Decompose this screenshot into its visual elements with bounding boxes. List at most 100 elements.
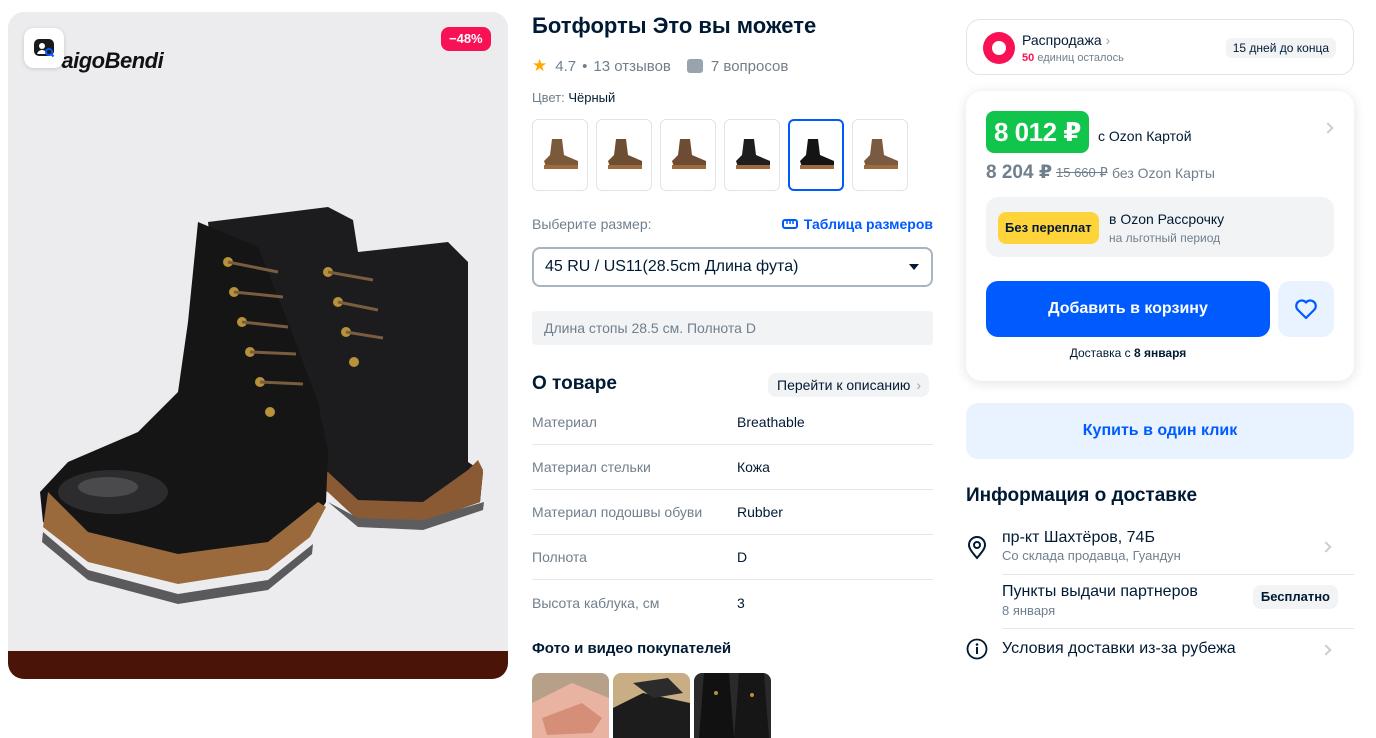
- size-select-value: 45 RU / US11(28.5cm Длина фута): [545, 258, 799, 275]
- customer-photos: [532, 673, 771, 738]
- customer-photo[interactable]: [532, 673, 609, 738]
- about-title: О товаре: [532, 373, 617, 394]
- info-icon: [966, 638, 988, 660]
- buy-one-click-button[interactable]: Купить в один клик: [966, 403, 1354, 459]
- boot-thumbnail: [544, 139, 578, 169]
- camera-search-icon: [34, 39, 55, 58]
- questions-link[interactable]: 7 вопросов: [711, 58, 788, 75]
- product-image-boots: [40, 207, 484, 604]
- color-value: Чёрный: [568, 90, 616, 105]
- pickup-price-badge: Бесплатно: [1252, 585, 1338, 609]
- delivery-address-sub: Со склада продавца, Гуандун: [1002, 548, 1181, 563]
- delivery-conditions-row[interactable]: Условия доставки из-за рубежа: [966, 637, 1354, 663]
- rating-row: ★ 4.7 • 13 отзывов 7 вопросов: [532, 56, 788, 76]
- boot-thumbnail: [864, 139, 898, 169]
- location-pin-icon: [967, 536, 987, 560]
- go-to-description-button[interactable]: Перейти к описанию ›: [768, 373, 930, 397]
- installment-block[interactable]: Без переплат в Ozon Рассрочку на льготны…: [986, 197, 1334, 257]
- chevron-right-icon: ›: [916, 377, 922, 393]
- sale-icon: [983, 32, 1015, 64]
- reviews-link[interactable]: 13 отзывов: [593, 58, 671, 75]
- spec-value: Rubber: [737, 504, 783, 520]
- old-price: 15 660 ₽: [1056, 165, 1108, 180]
- color-variant-thumb[interactable]: [852, 119, 908, 191]
- sale-days-left: 15 дней до конца: [1225, 38, 1336, 58]
- chevron-right-icon: [1320, 541, 1332, 553]
- color-variant-thumb[interactable]: [660, 119, 716, 191]
- spec-key: Высота каблука, см: [532, 594, 660, 611]
- spec-row: Материал стельки Кожа: [532, 445, 933, 490]
- size-table-link[interactable]: Таблица размеров: [781, 216, 933, 232]
- discount-badge: −48%: [441, 27, 491, 51]
- size-label: Выберите размер:: [532, 216, 652, 232]
- color-line: Цвет: Чёрный: [532, 90, 615, 105]
- regular-price: 8 204 ₽: [986, 162, 1053, 183]
- product-title: Ботфорты Это вы можете: [532, 13, 817, 38]
- spec-key: Материал стельки: [532, 459, 651, 475]
- rating-separator: •: [582, 57, 588, 75]
- color-label: Цвет:: [532, 90, 565, 105]
- spec-row: Материал подошвы обуви Rubber: [532, 490, 933, 535]
- pickup-row[interactable]: Пункты выдачи партнеров 8 января Бесплат…: [966, 582, 1354, 622]
- spec-row: Высота каблука, см 3: [532, 580, 933, 625]
- delivery-date: Доставка с 8 января: [1069, 346, 1187, 360]
- spec-row: Материал Breathable: [532, 400, 933, 445]
- spec-key: Полнота: [532, 549, 587, 565]
- pickup-title: Пункты выдачи партнеров: [1002, 583, 1198, 600]
- boot-thumbnail: [672, 139, 706, 169]
- customer-photo[interactable]: [694, 673, 771, 738]
- gallery-floor-band: [8, 651, 508, 679]
- sale-remaining: 50 единиц осталось: [1022, 52, 1124, 64]
- installment-title: в Ozon Рассрочку: [1109, 211, 1225, 227]
- delivery-conditions: Условия доставки из-за рубежа: [1002, 640, 1236, 657]
- ruler-icon: [781, 219, 798, 229]
- ozon-card-price: 8 012 ₽: [986, 111, 1089, 153]
- divider: [1002, 574, 1354, 575]
- rating-value: 4.7: [555, 57, 577, 75]
- customer-photos-title: Фото и видео покупателей: [532, 640, 732, 657]
- color-variant-thumb[interactable]: [596, 119, 652, 191]
- spec-value: D: [737, 549, 748, 565]
- ozon-card-note: с Ozon Картой: [1098, 128, 1192, 144]
- pickup-date: 8 января: [1002, 603, 1056, 618]
- spec-value: Кожа: [737, 459, 770, 475]
- boot-thumbnail: [736, 139, 770, 169]
- favorite-button[interactable]: [1278, 281, 1334, 337]
- divider: [1002, 628, 1354, 629]
- question-icon: [686, 59, 703, 73]
- boot-thumbnail: [800, 139, 834, 169]
- color-variant-thumb[interactable]: [532, 119, 588, 191]
- chevron-right-icon: [1320, 644, 1332, 656]
- sale-title: Распродажа ›: [1022, 32, 1111, 48]
- color-variants: [532, 119, 908, 191]
- sale-banner[interactable]: Распродажа › 50 единиц осталось 15 дней …: [966, 19, 1354, 75]
- delivery-address: пр-кт Шахтёров, 74Б: [1002, 529, 1155, 546]
- delivery-address-row[interactable]: пр-кт Шахтёров, 74Б Со склада продавца, …: [966, 528, 1354, 568]
- spec-key: Материал подошвы обуви: [532, 504, 703, 520]
- product-gallery[interactable]: DaigoBendi −48%: [8, 12, 508, 679]
- specs-list: Материал Breathable Материал стельки Кожа Ма…: [532, 400, 933, 625]
- color-variant-thumb[interactable]: [724, 119, 780, 191]
- add-to-cart-button[interactable]: Добавить в корзину: [986, 281, 1270, 337]
- spec-key: Материал: [532, 414, 597, 430]
- installment-badge: Без переплат: [998, 212, 1099, 244]
- boot-thumbnail: [608, 139, 642, 169]
- price-card: 8 012 ₽ с Ozon Картой 8 204 ₽ 15 660 ₽ б…: [966, 91, 1354, 381]
- spec-row: Полнота D: [532, 535, 933, 580]
- customer-photo[interactable]: [613, 673, 690, 738]
- color-variant-thumb[interactable]: [788, 119, 844, 191]
- star-icon: ★: [532, 56, 548, 75]
- caret-down-icon: [909, 264, 919, 270]
- installment-subtitle: на льготный период: [1109, 231, 1221, 245]
- size-select[interactable]: 45 RU / US11(28.5cm Длина фута): [532, 247, 933, 287]
- size-table-label: Таблица размеров: [803, 216, 933, 232]
- chevron-right-icon[interactable]: [1322, 122, 1334, 134]
- delivery-info-title: Информация о доставке: [966, 485, 1198, 506]
- go-to-description-label: Перейти к описанию: [777, 377, 911, 393]
- search-by-photo-button[interactable]: [24, 28, 64, 68]
- spec-value: 3: [737, 594, 745, 611]
- foot-length-note: Длина стопы 28.5 см. Полнота D: [532, 311, 933, 345]
- spec-value: Breathable: [737, 414, 805, 430]
- regular-price-note: без Ozon Карты: [1112, 165, 1215, 181]
- heart-icon: [1295, 299, 1317, 320]
